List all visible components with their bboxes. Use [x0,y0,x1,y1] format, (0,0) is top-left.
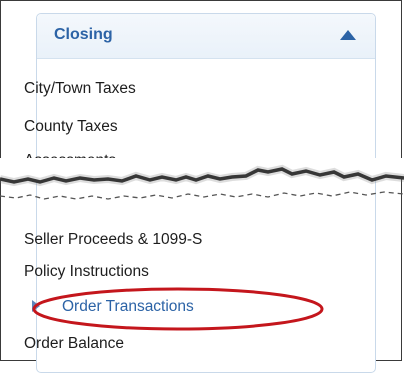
nav-item-order-balance[interactable]: Order Balance [24,335,124,353]
nav-item-county-taxes[interactable]: County Taxes [24,118,118,136]
torn-edge-divider [0,158,404,200]
panel-title: Closing [54,26,113,43]
nav-item-seller-proceeds[interactable]: Seller Proceeds & 1099-S [24,231,202,249]
panel-header[interactable]: Closing [37,14,375,59]
triangle-up-icon[interactable] [339,29,357,41]
nav-item-city-town-taxes[interactable]: City/Town Taxes [24,80,136,98]
highlight-circle [32,287,324,331]
nav-item-policy-instructions[interactable]: Policy Instructions [24,263,149,281]
